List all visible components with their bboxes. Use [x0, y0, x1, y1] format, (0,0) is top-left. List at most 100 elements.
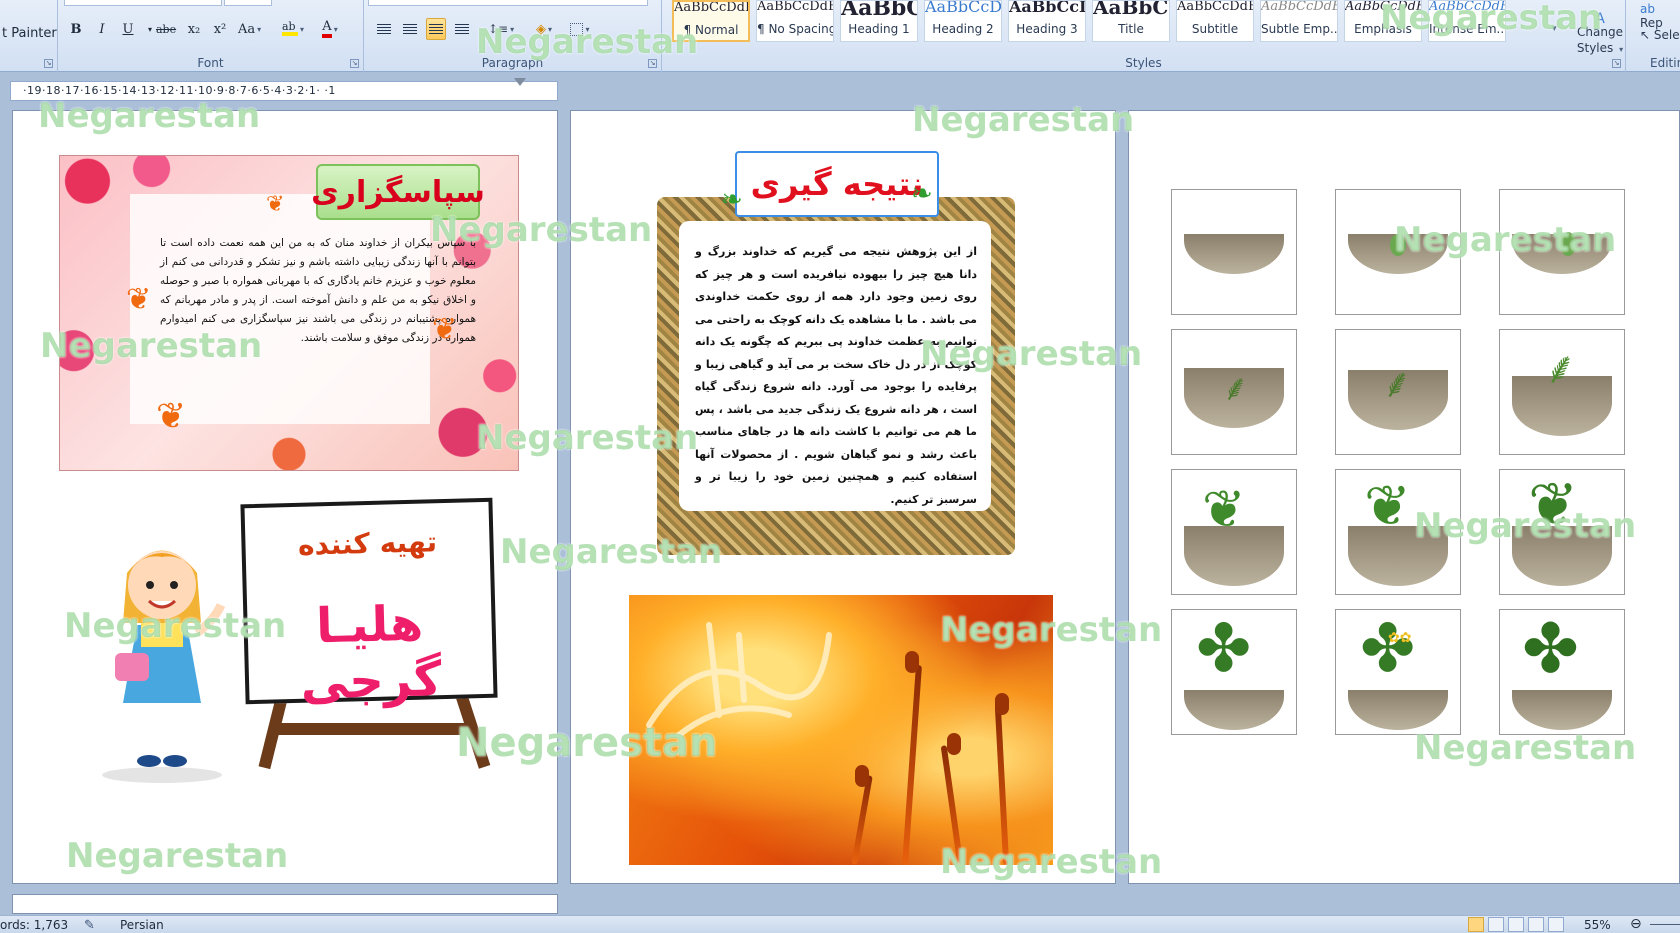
- style-heading-2-name: Heading 2: [932, 22, 994, 36]
- bold-button[interactable]: B: [66, 18, 86, 40]
- style-heading-2[interactable]: AaBbCcDdEe Heading 2: [924, 0, 1002, 42]
- butterfly-icon: ❦: [126, 282, 152, 317]
- zoom-out-icon[interactable]: ⊖: [1630, 916, 1642, 932]
- soil-mound: [1184, 690, 1284, 730]
- superscript-button[interactable]: x²: [210, 18, 230, 40]
- styles-launcher-icon[interactable]: ↘: [1612, 59, 1621, 68]
- draft-view-button[interactable]: [1548, 917, 1564, 932]
- growth-stage-6: ⸙: [1499, 329, 1625, 455]
- subscript-button[interactable]: x₂: [184, 18, 204, 40]
- language-indicator[interactable]: Persian: [120, 918, 164, 932]
- butterfly-icon: ❦: [266, 192, 285, 217]
- zoom-level[interactable]: 55%: [1584, 918, 1611, 932]
- change-styles-button[interactable]: A Change Styles ▾: [1570, 12, 1630, 58]
- paragraph-launcher-icon[interactable]: ↘: [648, 59, 657, 68]
- cursor-arrow-icon: ↖: [1640, 28, 1651, 42]
- paragraph-top-row: [368, 0, 648, 6]
- flowering-plant-icon: ✤: [1360, 610, 1416, 687]
- highlight-button[interactable]: ab ▾: [282, 18, 304, 40]
- style-heading-1[interactable]: AaBbC Heading 1: [840, 0, 918, 42]
- calligraphy-mark: [646, 622, 832, 738]
- font-group: B I U ▾ abe x₂ x² Aa ▾ ab ▾ A ▾ Font ↘: [58, 0, 364, 72]
- line-spacing-icon: ↕≡: [488, 22, 509, 36]
- select-button[interactable]: ↖ Sele: [1640, 28, 1680, 42]
- justify-button[interactable]: [452, 18, 472, 40]
- document-page-1[interactable]: سپاسگزاری با سپاس بیکران از خداوند منان …: [12, 110, 558, 884]
- change-styles-label-1: Change: [1577, 25, 1623, 39]
- clipboard-group: t Painter ↘: [0, 0, 58, 72]
- font-size-combo[interactable]: [224, 0, 272, 6]
- style-emphasis-preview: AaBbCcDdEe: [1345, 1, 1421, 14]
- style-no-spacing-preview: AaBbCcDdEe: [757, 1, 833, 14]
- style-no-spacing[interactable]: AaBbCcDdEe ¶ No Spacing: [756, 0, 834, 42]
- style-heading-3[interactable]: AaBbCcDdEe Heading 3: [1008, 0, 1086, 42]
- document-page-4-top[interactable]: [12, 894, 558, 914]
- style-subtitle[interactable]: AaBbCcDdEe Subtitle: [1176, 0, 1254, 42]
- paragraph-group: ↕≡ ▾ ◈ ▾ ▾ Paragraph ↘: [364, 0, 662, 72]
- font-color-button[interactable]: A ▾: [320, 18, 340, 40]
- seedling-icon: ❦: [1202, 480, 1246, 540]
- select-label: Sele: [1653, 28, 1680, 42]
- font-launcher-icon[interactable]: ↘: [350, 59, 359, 68]
- zoom-slider[interactable]: [1650, 924, 1680, 925]
- change-case-dropdown-icon: ▾: [257, 24, 262, 34]
- growth-stage-4: ⸙: [1171, 329, 1297, 455]
- status-bar: ords: 1,763 ✎ Persian 55% ⊖: [0, 915, 1680, 933]
- style-normal[interactable]: AaBbCcDdEe ¶ Normal: [672, 0, 750, 42]
- proofing-icon[interactable]: ✎: [84, 918, 95, 933]
- change-styles-dropdown-icon: ▾: [1619, 45, 1624, 54]
- horizontal-ruler[interactable]: ·19·18·17·16·15·14·13·12·11·10·9·8·7·6·5…: [10, 81, 558, 101]
- italic-button[interactable]: I: [92, 18, 112, 40]
- growth-stage-8: ❦: [1335, 469, 1461, 595]
- author-board-subtitle: تهیه کننده: [297, 525, 438, 562]
- font-name-combo[interactable]: [64, 0, 222, 6]
- underline-button[interactable]: U: [118, 18, 138, 40]
- root-sprout-icon: ⸙: [1222, 368, 1250, 409]
- word-count[interactable]: ords: 1,763: [0, 918, 68, 932]
- borders-button[interactable]: ▾: [570, 18, 590, 40]
- butterfly-icon: ❦: [156, 396, 187, 437]
- align-left-button[interactable]: [374, 18, 394, 40]
- document-page-2[interactable]: نتیجه گیری ❧ ❧ از این پژوهش نتیجه می گیر…: [570, 110, 1116, 884]
- ribbon: t Painter ↘ B I U ▾ abe x₂ x² Aa ▾ ab ▾ A ▾…: [0, 0, 1680, 72]
- acknowledgement-text: با سپاس بیکران از خداوند منان که به من ا…: [160, 237, 476, 344]
- acknowledgement-card: سپاسگزاری با سپاس بیکران از خداوند منان …: [59, 155, 519, 471]
- soil-mound: [1348, 690, 1448, 730]
- editing-group-label: Editin: [1650, 56, 1680, 70]
- clipboard-launcher-icon[interactable]: ↘: [44, 59, 53, 68]
- seed-icon: [1390, 234, 1406, 256]
- change-styles-label-2-text: Styles: [1576, 41, 1614, 55]
- shading-button[interactable]: ◈ ▾: [534, 18, 554, 40]
- sprout-icon: ❧: [721, 185, 743, 215]
- fruiting-plant-icon: ✤: [1522, 610, 1579, 689]
- change-case-button[interactable]: Aa ▾: [238, 18, 261, 40]
- young-plant-icon: ❦: [1528, 470, 1579, 540]
- sprout-icon: ❧: [911, 179, 933, 209]
- document-page-3[interactable]: ⸙ ⸙ ⸙ ❦ ❦ ❦ ✤ ✤ ✿✿ ✤: [1128, 110, 1680, 884]
- styles-gallery-more-icon[interactable]: ▾: [1552, 24, 1557, 34]
- line-spacing-button[interactable]: ↕≡ ▾: [488, 18, 514, 40]
- replace-button[interactable]: ab Rep: [1640, 2, 1680, 30]
- flower-anther: [995, 693, 1009, 715]
- root-sprout-icon: ⸙: [1382, 361, 1412, 407]
- style-emphasis[interactable]: AaBbCcDdEe Emphasis: [1344, 0, 1422, 42]
- full-screen-reading-view-button[interactable]: [1488, 917, 1504, 932]
- align-right-button[interactable]: [426, 18, 446, 40]
- conclusion-title-box: نتیجه گیری: [735, 151, 939, 217]
- flower-stamen: [994, 704, 1010, 866]
- line-spacing-dropdown-icon: ▾: [510, 24, 515, 34]
- print-layout-view-button[interactable]: [1468, 917, 1484, 932]
- align-center-button[interactable]: [400, 18, 420, 40]
- strikethrough-button[interactable]: abe: [156, 18, 176, 40]
- style-heading-1-name: Heading 1: [848, 22, 910, 36]
- style-subtle-emphasis[interactable]: AaBbCcDdEe Subtle Emp...: [1260, 0, 1338, 42]
- style-title-name: Title: [1118, 22, 1144, 36]
- format-painter-button[interactable]: t Painter: [2, 26, 57, 41]
- style-title[interactable]: AaBbCcDdEe Title: [1092, 0, 1170, 42]
- outline-view-button[interactable]: [1528, 917, 1544, 932]
- style-title-preview: AaBbCcDdEe: [1093, 1, 1169, 17]
- style-intense-emphasis[interactable]: AaBbCcDdEe Intense Em...: [1428, 0, 1506, 42]
- indent-marker-icon[interactable]: [514, 78, 526, 104]
- web-layout-view-button[interactable]: [1508, 917, 1524, 932]
- soil-mound: [1184, 234, 1284, 274]
